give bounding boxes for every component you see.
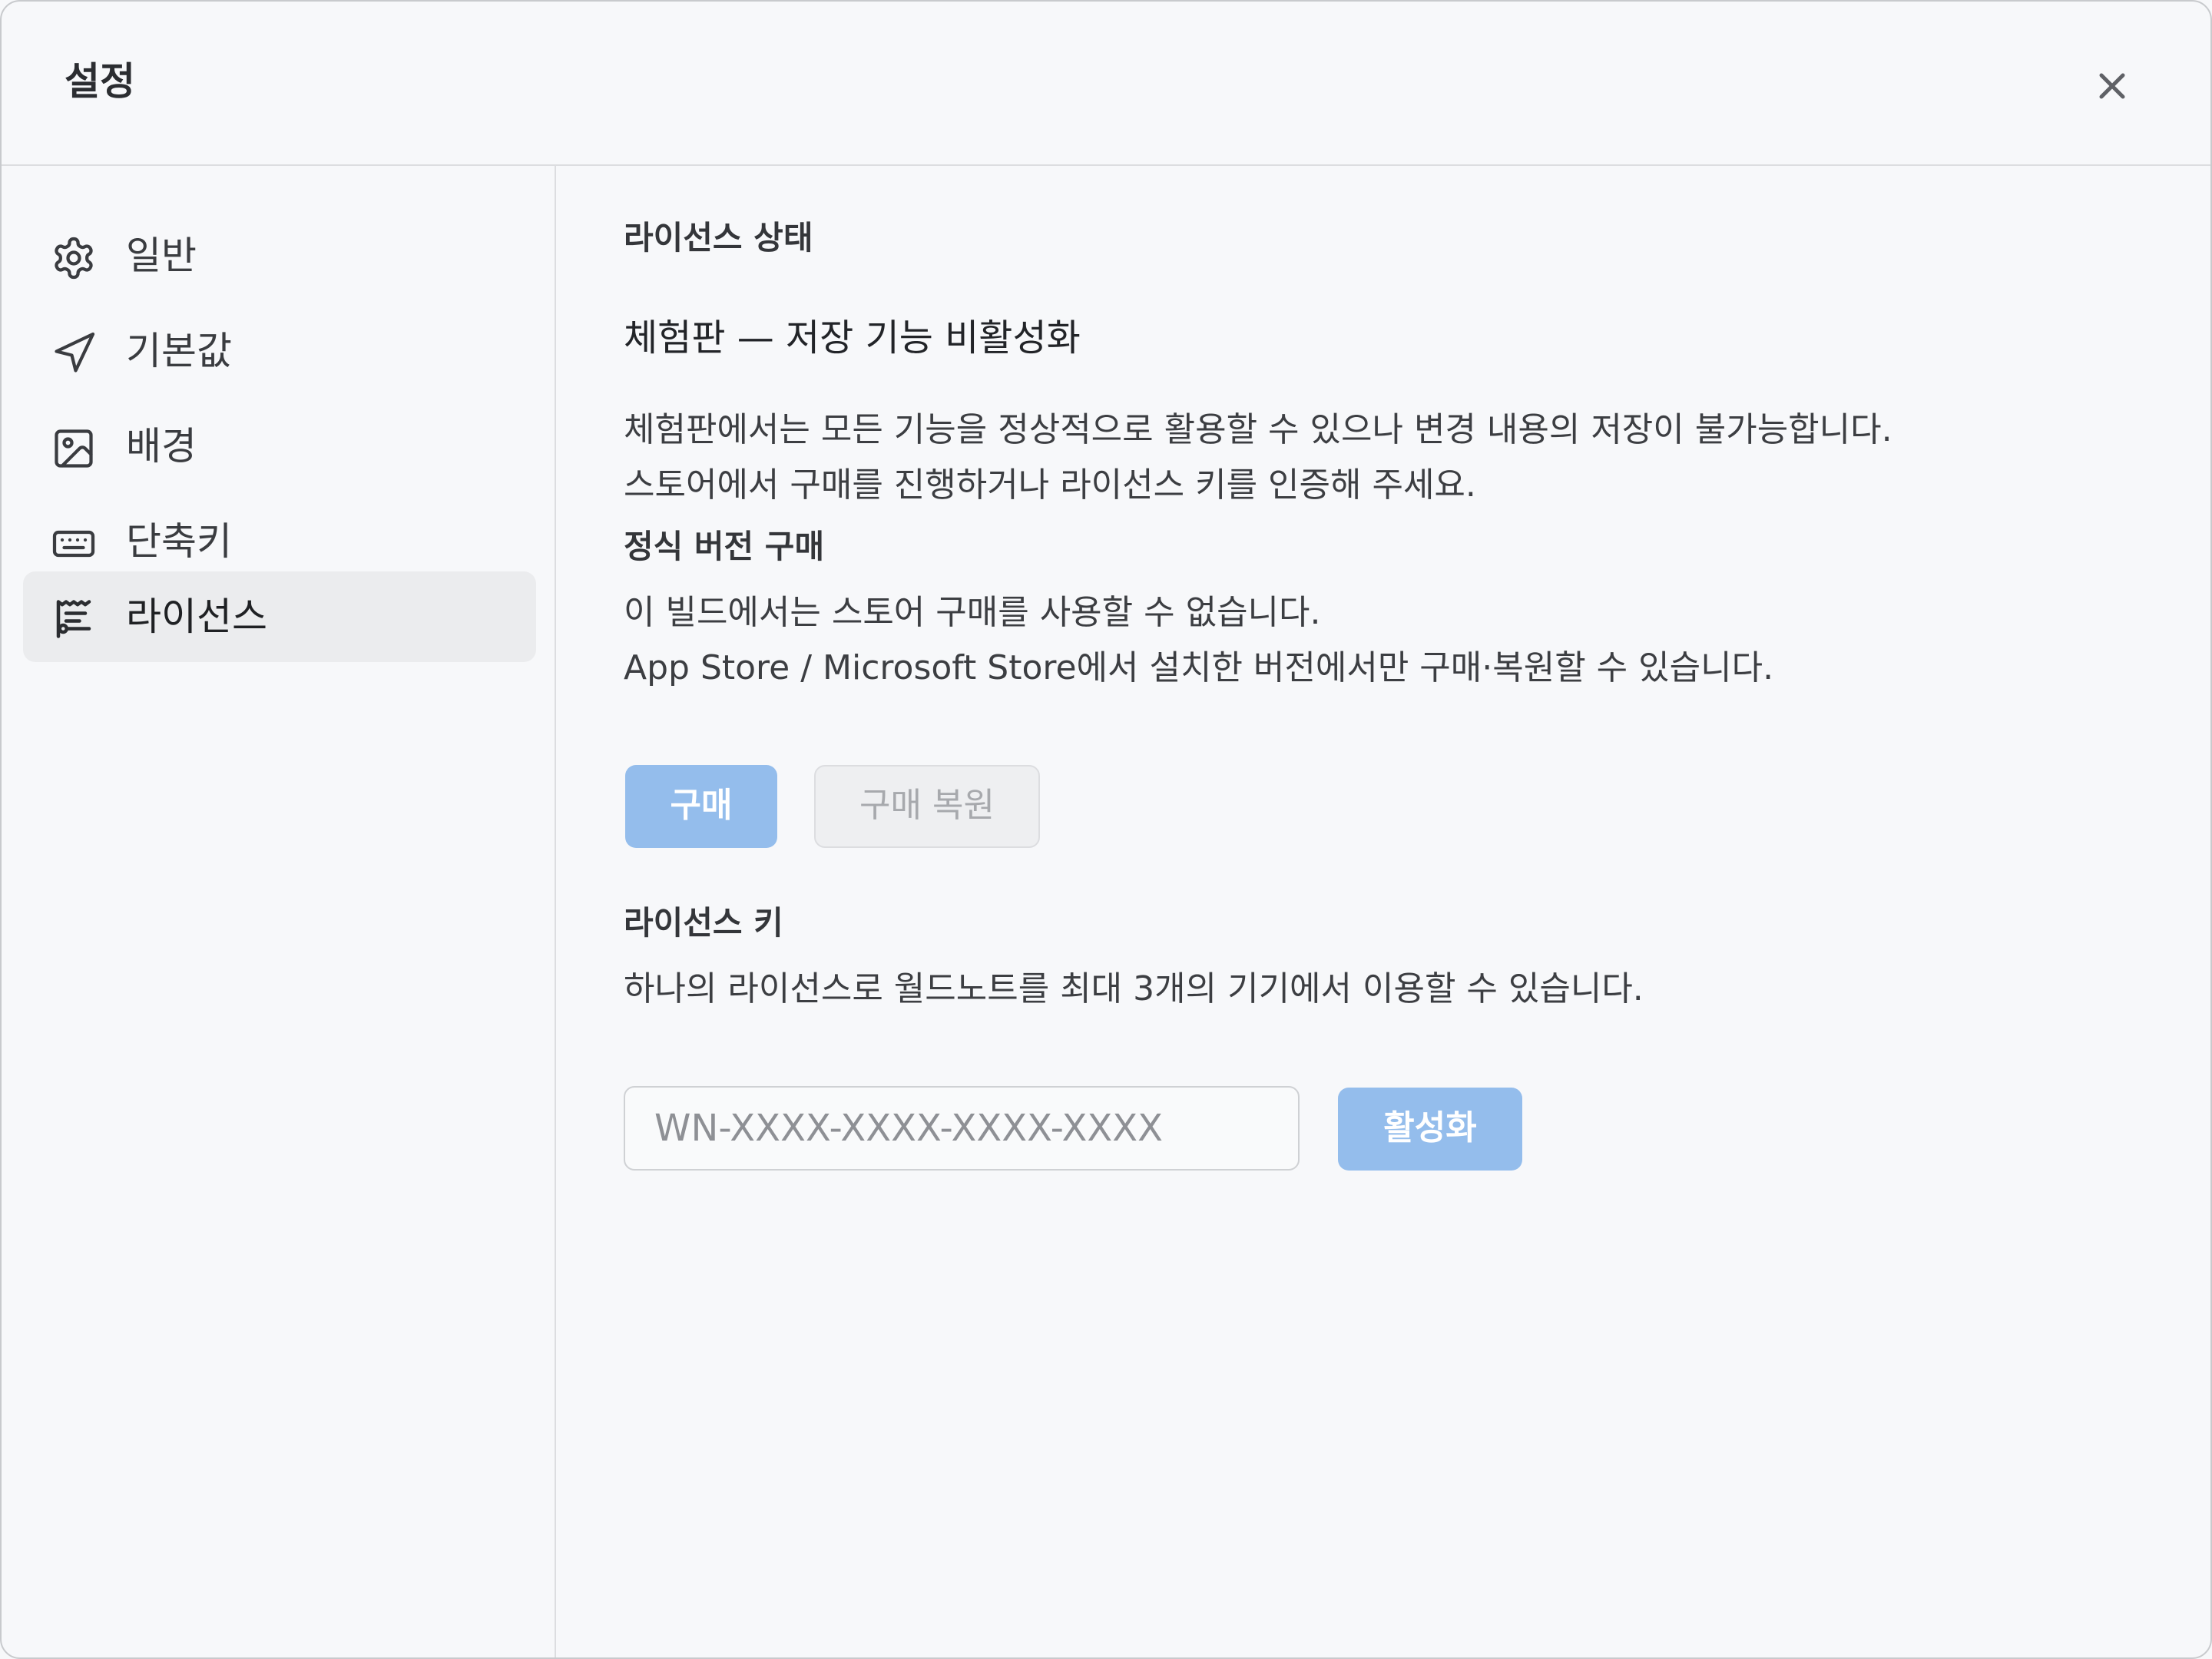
license-key-input[interactable] bbox=[624, 1086, 1300, 1171]
sidebar-item-defaults[interactable]: 기본값 bbox=[23, 306, 536, 396]
close-button[interactable] bbox=[2091, 65, 2134, 108]
close-icon bbox=[2099, 73, 2125, 99]
settings-window: 설정 일반 기본값 배경 단축키 라이선스 라이선스 상태 체험판 — 저장 기… bbox=[0, 0, 2212, 1659]
gear-icon bbox=[55, 237, 93, 280]
purchase-heading: 정식 버전 구매 bbox=[624, 528, 825, 565]
license-key-heading: 라이선스 키 bbox=[624, 904, 783, 942]
window-title: 설정 bbox=[65, 59, 135, 104]
send-arrow-icon bbox=[55, 332, 95, 373]
license-status-description: 스토어에서 구매를 진행하거나 라이선스 키를 인증해 주세요. bbox=[624, 465, 1476, 505]
sidebar-item-general[interactable]: 일반 bbox=[23, 210, 536, 301]
sidebar-item-label: 일반 bbox=[126, 233, 197, 278]
sidebar-item-background[interactable]: 배경 bbox=[23, 401, 536, 492]
license-panel: 라이선스 상태 체험판 — 저장 기능 비활성화 체험판에서는 모든 기능을 정… bbox=[556, 166, 2210, 1657]
restore-purchase-button[interactable]: 구매 복원 bbox=[814, 765, 1040, 848]
receipt-icon bbox=[56, 600, 91, 638]
image-icon bbox=[55, 429, 93, 468]
license-status-heading: 라이선스 상태 bbox=[624, 219, 813, 257]
license-status-line: 체험판 — 저장 기능 비활성화 bbox=[624, 316, 1081, 359]
activate-button[interactable]: 활성화 bbox=[1338, 1088, 1522, 1171]
sidebar-item-label: 단축키 bbox=[126, 519, 232, 564]
sidebar-item-license[interactable]: 라이선스 bbox=[23, 571, 536, 662]
sidebar-item-label: 라이선스 bbox=[126, 594, 267, 639]
settings-header: 설정 bbox=[2, 2, 2210, 166]
license-status-description: 체험판에서는 모든 기능을 정상적으로 활용할 수 있으나 변경 내용의 저장이… bbox=[624, 410, 1892, 449]
settings-sidebar: 일반 기본값 배경 단축키 라이선스 bbox=[2, 166, 556, 1657]
sidebar-item-label: 기본값 bbox=[126, 329, 232, 373]
purchase-description: App Store / Microsoft Store에서 설치한 버전에서만 … bbox=[624, 648, 1774, 687]
keyboard-icon bbox=[52, 530, 95, 558]
sidebar-item-label: 배경 bbox=[126, 424, 197, 469]
buy-button[interactable]: 구매 bbox=[625, 765, 777, 848]
license-key-description: 하나의 라이선스로 월드노트를 최대 3개의 기기에서 이용할 수 있습니다. bbox=[624, 969, 1644, 1008]
purchase-description: 이 빌드에서는 스토어 구매를 사용할 수 없습니다. bbox=[624, 593, 1321, 632]
